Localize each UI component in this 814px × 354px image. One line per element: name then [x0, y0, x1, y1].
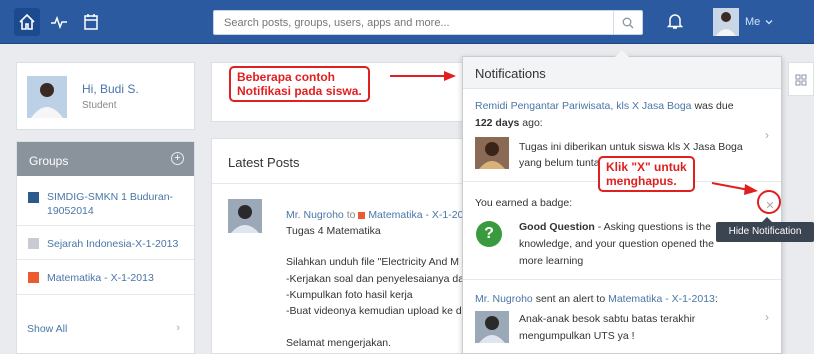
profile-card: Hi, Budi S. Student	[16, 62, 195, 130]
callout-line: Notifikasi pada siswa.	[237, 84, 362, 98]
search-bar	[213, 10, 643, 35]
annotation-circle	[757, 190, 781, 214]
post-body-line: Selamat mengerjakan.	[286, 337, 392, 349]
author-link[interactable]: Mr. Nugroho	[475, 293, 533, 305]
group-color-swatch	[28, 238, 39, 249]
search-icon	[622, 17, 634, 28]
bell-icon	[666, 14, 684, 29]
notifications-panel: Notifications Remidi Pengantar Pariwisat…	[462, 50, 782, 354]
notification-body-line: Good Question - Asking questions is the	[519, 221, 711, 233]
avatar[interactable]	[27, 76, 67, 118]
avatar	[713, 8, 739, 36]
tooltip-text: Hide Notification	[728, 226, 802, 237]
groups-header: Groups +	[17, 142, 194, 176]
group-color-swatch	[28, 272, 39, 283]
group-color-swatch	[28, 192, 39, 203]
top-navbar: Me	[0, 0, 814, 44]
annotation-arrow	[390, 71, 456, 81]
notification-text-rest: :	[714, 293, 718, 305]
annotation-arrow	[711, 182, 758, 195]
search-input[interactable]	[214, 11, 614, 34]
pulse-icon	[51, 15, 67, 30]
question-badge-icon: ?	[476, 221, 502, 247]
chevron-right-icon: ›	[765, 128, 769, 142]
notifications-title: Notifications	[463, 57, 781, 89]
notification-text-rest: sent an alert to	[532, 293, 609, 305]
post-body-line: -Kerjakan soal dan penyelesaianya da	[286, 273, 463, 285]
greeting[interactable]: Hi, Budi S.	[82, 82, 139, 96]
post-to-label: to	[346, 209, 356, 221]
notification-body-line: Tugas ini diberikan untuk siswa kls X Ja…	[519, 141, 743, 153]
badge-name: Good Question	[519, 221, 595, 233]
grid-icon	[795, 74, 807, 86]
badge-header: You earned a badge:	[475, 197, 573, 209]
post-title: Tugas 4 Matematika	[286, 225, 381, 237]
user-menu[interactable]: Me	[713, 7, 787, 37]
group-name: Matematika - X-1-2013	[47, 272, 154, 284]
due-days: 122 days	[475, 117, 520, 129]
plus-icon: +	[174, 152, 181, 164]
calendar-icon	[84, 14, 98, 30]
posts-title: Latest Posts	[228, 155, 300, 170]
group-color-swatch	[358, 211, 366, 219]
post-group-link[interactable]: Matematika - X-1-20	[368, 209, 462, 221]
notification-thumbnail	[475, 137, 509, 169]
search-button[interactable]	[613, 11, 642, 34]
groups-title: Groups	[29, 154, 69, 168]
callout-line: Klik "X" untuk	[606, 160, 687, 174]
annotation-callout-examples: Beberapa contoh Notifikasi pada siswa.	[229, 66, 370, 102]
group-name: SIMDIG-SMKN 1 Buduran-19052014	[47, 191, 174, 217]
callout-line: menghapus.	[606, 174, 677, 188]
group-item[interactable]: SIMDIG-SMKN 1 Buduran-19052014	[17, 176, 194, 226]
notification-text-rest: - Asking questions is the	[594, 221, 711, 233]
post-body-line: -Kumpulkan foto hasil kerja	[286, 289, 413, 301]
group-name: Sejarah Indonesia-X-1-2013	[47, 238, 179, 250]
activity-button[interactable]	[46, 8, 72, 36]
avatar[interactable]	[228, 199, 262, 233]
divider	[463, 279, 781, 280]
panel-caret	[615, 50, 629, 57]
group-item[interactable]: Sejarah Indonesia-X-1-2013	[17, 226, 194, 260]
notification-body-line: knowledge, and your question opened the	[519, 238, 714, 250]
post-header: Mr. Nugroho to Matematika - X-1-20	[286, 209, 462, 221]
notification-text-rest: ago:	[519, 117, 543, 129]
show-all-link[interactable]: Show All	[27, 323, 67, 335]
notification-body-line: Anak-anak besok sabtu batas terakhir	[519, 313, 696, 325]
post-author-link[interactable]: Mr. Nugroho	[286, 209, 344, 221]
tooltip-caret	[762, 217, 772, 222]
latest-posts-panel: Latest Posts Mr. Nugroho to Matematika -…	[211, 138, 463, 354]
notification-text: Remidi Pengantar Pariwisata, kls X Jasa …	[475, 100, 734, 112]
home-button[interactable]	[14, 8, 40, 36]
calendar-button[interactable]	[78, 8, 104, 36]
post-body-line: Silahkan unduh file "Electricity And M	[286, 256, 459, 268]
divider	[212, 183, 462, 184]
post-body-line: -Buat videonya kemudian upload ke d	[286, 305, 462, 317]
chevron-right-icon: ›	[765, 310, 769, 324]
home-icon	[19, 13, 35, 30]
annotation-callout-delete: Klik "X" untuk menghapus.	[598, 156, 695, 192]
callout-line: Beberapa contoh	[237, 70, 336, 84]
chevron-down-icon	[765, 20, 773, 25]
group-link[interactable]: Matematika - X-1-2013	[608, 293, 715, 305]
notifications-button[interactable]	[666, 12, 684, 33]
notification-body-line: more learning	[519, 255, 584, 267]
notification-text: Mr. Nugroho sent an alert to Matematika …	[475, 293, 718, 305]
notification-text-rest: was due	[691, 100, 734, 112]
notification-thumbnail	[475, 311, 509, 343]
notification-text: 122 days ago:	[475, 117, 543, 129]
groups-panel: Groups + SIMDIG-SMKN 1 Buduran-19052014 …	[16, 141, 195, 354]
me-label: Me	[745, 16, 761, 28]
group-item[interactable]: Matematika - X-1-2013	[17, 260, 194, 295]
apps-button[interactable]	[788, 62, 814, 96]
app-root: Me Hi, Budi S. Student Groups + SIMDIG-S…	[0, 0, 814, 354]
notification-body-line: yang belum tunta	[519, 157, 600, 169]
notification-body-line: mengumpulkan UTS ya !	[519, 330, 635, 342]
chevron-right-icon: ›	[176, 322, 180, 334]
add-group-button[interactable]: +	[171, 152, 184, 165]
hide-notification-tooltip: Hide Notification	[716, 217, 814, 242]
assignment-link[interactable]: Remidi Pengantar Pariwisata, kls X Jasa …	[475, 100, 692, 112]
user-role: Student	[82, 100, 117, 111]
